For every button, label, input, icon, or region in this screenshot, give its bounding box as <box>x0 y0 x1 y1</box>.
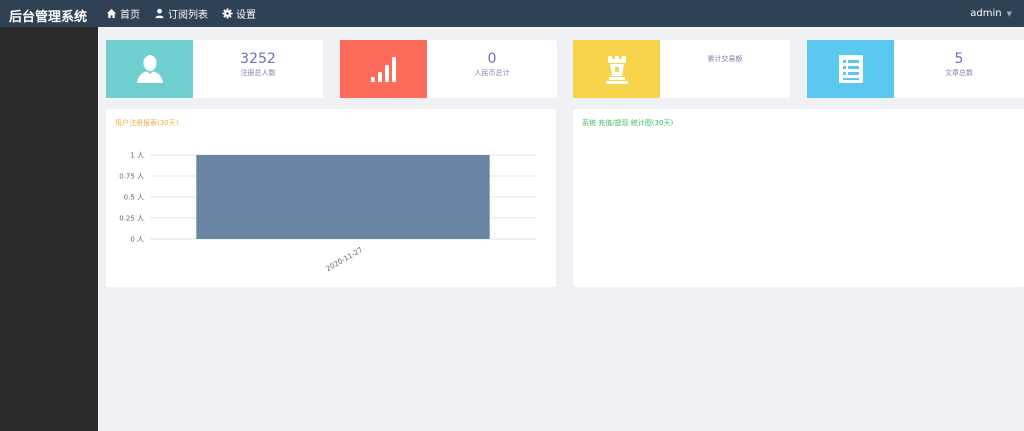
registration-chart-panel: 用户注册报表(30天) 0 人 0.25 人 0.5 人 0.75 人1 人 2020-… <box>106 109 556 287</box>
y-tick-label: 0.5 人 <box>124 194 144 202</box>
stat-card-trade: 累计交易额 <box>573 40 790 98</box>
card-value: 3252 <box>240 51 276 67</box>
card-value: 5 <box>954 51 964 67</box>
panel-title: 系统 充值/提现 统计图(30天) <box>582 119 674 127</box>
list-document-icon <box>838 55 863 83</box>
recharge-chart-panel: 系统 充值/提现 统计图(30天) <box>573 109 1024 287</box>
card-icon-box <box>340 40 427 98</box>
stat-card-users: 3252 注册总人数 <box>106 40 323 98</box>
y-tick-label: 1 人 <box>130 152 144 160</box>
chess-rook-icon <box>605 56 628 84</box>
stat-card-rmb: 0 人民币总计 <box>340 40 557 98</box>
user-silhouette-icon <box>136 55 163 83</box>
card-label: 人民币总计 <box>474 69 510 77</box>
sidebar <box>0 27 98 431</box>
nav-item-home[interactable]: 首页 <box>106 6 140 21</box>
nav-item-label: 首页 <box>120 10 140 21</box>
y-tick-label: 0 人 <box>130 236 144 244</box>
gear-icon <box>222 8 233 19</box>
card-icon-box <box>807 40 894 98</box>
user-icon <box>155 8 164 19</box>
nav-item-label: 订阅列表 <box>168 10 208 21</box>
x-tick-label: 2020-11-27 <box>325 246 364 273</box>
chevron-down-icon: ▼ <box>1006 9 1012 18</box>
card-icon-box <box>106 40 193 98</box>
bar[interactable] <box>196 155 490 239</box>
card-label: 注册总人数 <box>240 69 276 77</box>
card-body: 5 文章总数 <box>894 40 1024 98</box>
nav-item-label: 设置 <box>236 10 256 21</box>
card-body: 0 人民币总计 <box>427 40 557 98</box>
card-label: 文章总数 <box>945 69 973 77</box>
registration-bar-chart: 0 人 0.25 人 0.5 人 0.75 人 1 人 2020-11-27 <box>119 152 536 273</box>
home-icon <box>106 8 117 19</box>
user-menu[interactable]: admin ▼ <box>970 0 1012 27</box>
username: admin <box>970 8 1002 19</box>
nav-item-subscriptions[interactable]: 订阅列表 <box>154 6 208 21</box>
app-title[interactable]: 后台管理系统 <box>9 6 87 25</box>
card-icon-box <box>573 40 660 98</box>
card-value: 0 <box>487 51 497 67</box>
main-nav: 首页 订阅列表 设置 <box>106 0 270 27</box>
y-tick-label: 0.25 人 <box>119 215 144 223</box>
stat-card-articles: 5 文章总数 <box>807 40 1024 98</box>
card-body: 累计交易额 <box>660 40 790 98</box>
y-tick-label: 0.75 人 <box>119 173 144 181</box>
signal-bars-icon <box>370 57 396 82</box>
card-body: 3252 注册总人数 <box>193 40 323 98</box>
top-navbar: 后台管理系统 首页 订阅列表 设置 admin ▼ <box>0 0 1024 27</box>
nav-item-settings[interactable]: 设置 <box>222 6 256 21</box>
card-label: 累计交易额 <box>707 55 743 63</box>
